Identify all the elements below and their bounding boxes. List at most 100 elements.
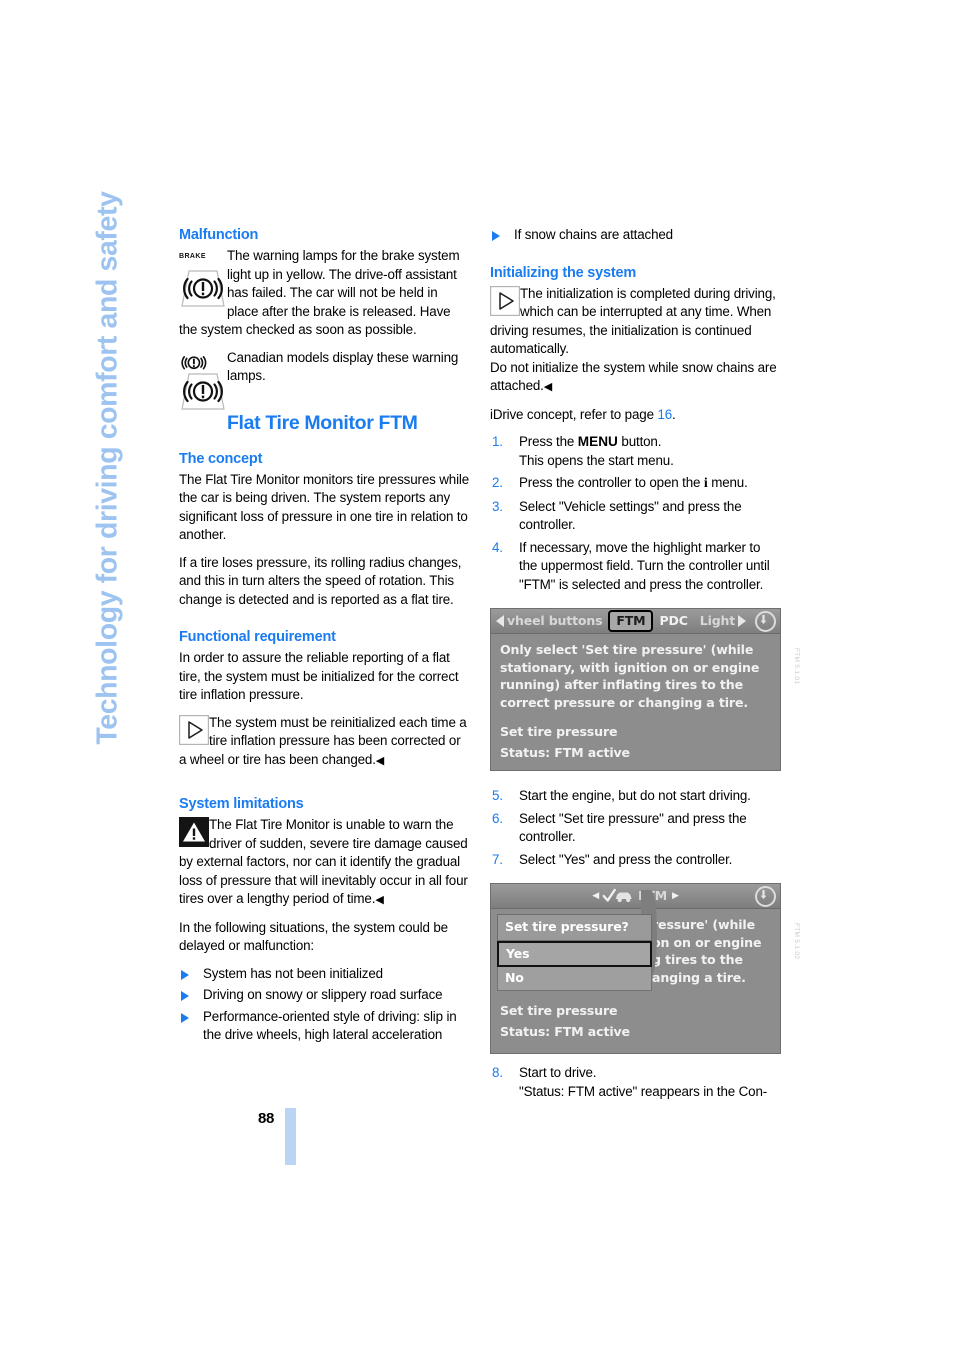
idrive-reference: iDrive concept, refer to page 16. xyxy=(490,406,676,422)
warning-triangle-icon xyxy=(179,817,209,847)
list-item: Performance-oriented style of driving: s… xyxy=(179,1008,471,1045)
step-number: 4. xyxy=(492,539,503,555)
step-8: 8. Start to drive. "Status: FTM active" … xyxy=(490,1064,782,1101)
tab-wheel-buttons[interactable]: vheel buttons xyxy=(507,612,603,631)
figure-caption-2: FTM 5.1.02 xyxy=(793,923,800,960)
brake-lamp-icon xyxy=(181,269,225,307)
step-number: 7. xyxy=(492,851,503,867)
idrive-1-tabbar: vheel buttons FTM PDC Light xyxy=(491,609,780,634)
step-3: 3. Select "Vehicle settings" and press t… xyxy=(490,498,782,535)
triangle-bullet-icon xyxy=(181,969,189,980)
step-text-line2: This opens the start menu. xyxy=(519,452,674,468)
idrive-1-status: Status: FTM active xyxy=(500,744,630,760)
note-icon-wrapper xyxy=(179,714,209,751)
info-i-icon: i xyxy=(703,476,708,491)
tab-pdc[interactable]: PDC xyxy=(659,612,687,631)
note-canadian: Canadian models display these warning la… xyxy=(179,349,471,410)
steps-list-3: 8. Start to drive. "Status: FTM active" … xyxy=(490,1064,782,1101)
note-triangle-icon xyxy=(490,285,520,316)
list-item: Driving on snowy or slippery road surfac… xyxy=(179,986,471,1005)
step-5: 5. Start the engine, but do not start dr… xyxy=(490,787,782,806)
end-mark: ◀ xyxy=(543,381,553,393)
step-text: If necessary, move the highlight marker … xyxy=(519,539,770,592)
vehicle-check-icon xyxy=(602,888,632,903)
tab-light[interactable]: Light xyxy=(700,612,735,631)
dialog-option-no[interactable]: No xyxy=(497,967,652,991)
note-triangle-icon xyxy=(179,714,209,745)
step-number: 2. xyxy=(492,475,503,490)
info-indicator-icon xyxy=(755,885,776,907)
idrive-1-body-text: Only select 'Set tire pressure' (while s… xyxy=(500,642,760,710)
list-item: If snow chains are attached xyxy=(490,226,782,245)
dialog-title: Set tire pressure? xyxy=(497,914,652,941)
step-text: Press the MENU button. xyxy=(519,434,662,449)
note-icon-wrapper-2 xyxy=(490,285,520,322)
idrive-2-menu-item[interactable]: Set tire pressure xyxy=(500,1002,771,1020)
step-6: 6. Select "Set tire pressure" and press … xyxy=(490,810,782,847)
idrive-screenshot-1: vheel buttons FTM PDC Light Only select … xyxy=(490,608,781,771)
initializing-note-text: The initialization is completed during d… xyxy=(490,285,776,357)
initializing-note-2: Do not initialize the system while snow … xyxy=(490,359,777,394)
step-number: 3. xyxy=(492,498,503,514)
set-tire-pressure-dialog: Set tire pressure? Yes No xyxy=(497,914,652,991)
heading-the-concept: The concept xyxy=(179,450,263,467)
triangle-bullet-icon xyxy=(492,231,500,241)
step-2: 2. Press the controller to open the i me… xyxy=(490,474,782,494)
canadian-warning-lamp-icons xyxy=(179,350,227,418)
step-text: Start to drive. xyxy=(519,1065,597,1080)
scroll-right-icon[interactable] xyxy=(738,615,747,627)
step-number: 5. xyxy=(492,788,503,803)
page-link-16[interactable]: 16 xyxy=(657,407,672,422)
next-arrow-icon[interactable]: ▶ xyxy=(672,887,679,906)
step-number: 1. xyxy=(492,434,503,449)
triangle-bullet-icon xyxy=(181,991,189,1001)
dialog-option-yes[interactable]: Yes xyxy=(497,940,652,967)
triangle-bullet-icon xyxy=(181,1012,189,1023)
step-text: Select "Vehicle settings" and press the … xyxy=(519,498,742,533)
concept-paragraph-1: The Flat Tire Monitor monitors tire pres… xyxy=(179,471,470,543)
step-7: 7. Select "Yes" and press the controller… xyxy=(490,851,782,870)
prev-arrow-icon[interactable]: ◀ xyxy=(592,887,599,906)
idrive-1-body: Only select 'Set tire pressure' (while s… xyxy=(491,634,780,770)
heading-malfunction: Malfunction xyxy=(179,227,259,243)
brake-warning-lamp-icons: BRAKE xyxy=(179,248,227,315)
canadian-lamp-icon xyxy=(181,355,225,410)
steps-list-2: 5. Start the engine, but do not start dr… xyxy=(490,787,782,869)
list-item: System has not been initialized xyxy=(179,965,471,984)
idrive-screenshot-2: ◀ FTM ▶ xyxy=(490,883,781,1054)
limitations-intro: In the following situations, the system … xyxy=(179,919,448,954)
step-text-line2: "Status: FTM active" reappears in the Co… xyxy=(519,1083,768,1099)
figure-caption-1: FTM 5.1.01 xyxy=(793,648,800,685)
note-limitations-warning: The Flat Tire Monitor is unable to warn … xyxy=(179,816,471,910)
left-column: Malfunction BRAKE The warning lamps for … xyxy=(179,226,471,1048)
step-1: 1. Press the MENU button. This opens the… xyxy=(490,433,782,470)
limitations-warning-text: The Flat Tire Monitor is unable to warn … xyxy=(179,817,468,906)
page-marker-bar xyxy=(285,1108,296,1165)
continued-list: If snow chains are attached xyxy=(490,226,782,245)
reinitialize-note-text: The system must be reinitialized each ti… xyxy=(179,714,467,767)
warning-icon-wrapper xyxy=(179,817,209,853)
info-indicator-icon xyxy=(755,610,777,632)
note-malfunction: BRAKE The warning lamps for the brake sy… xyxy=(179,247,471,340)
scroll-left-icon[interactable] xyxy=(496,615,504,627)
tab-ftm-selected[interactable]: FTM xyxy=(608,609,654,633)
steps-list-1: 1. Press the MENU button. This opens the… xyxy=(490,433,782,594)
idrive-screenshot-1-wrapper: vheel buttons FTM PDC Light Only select … xyxy=(490,608,800,771)
heading-system-limitations: System limitations xyxy=(179,796,304,812)
brake-label: BRAKE xyxy=(179,253,206,260)
step-number: 6. xyxy=(492,810,503,826)
heading-functional-requirement: Functional requirement xyxy=(179,629,336,645)
idrive-1-menu-item[interactable]: Set tire pressure xyxy=(500,723,771,741)
limitations-list: System has not been initialized Driving … xyxy=(179,965,471,1045)
idrive-screenshot-2-wrapper: ◀ FTM ▶ xyxy=(490,883,800,1054)
right-column: If snow chains are attached Initializing… xyxy=(490,226,800,1105)
step-number: 8. xyxy=(492,1065,503,1080)
end-mark: ◀ xyxy=(375,894,384,906)
step-text: Start the engine, but do not start drivi… xyxy=(519,788,751,803)
step-text: Select "Yes" and press the controller. xyxy=(519,851,733,867)
functional-paragraph-1: In order to assure the reliable reportin… xyxy=(179,650,459,702)
step-text: Press the controller to open the i menu. xyxy=(519,475,748,491)
menu-button-label: MENU xyxy=(577,434,618,449)
end-mark: ◀ xyxy=(375,754,385,767)
step-4: 4. If necessary, move the highlight mark… xyxy=(490,539,782,595)
